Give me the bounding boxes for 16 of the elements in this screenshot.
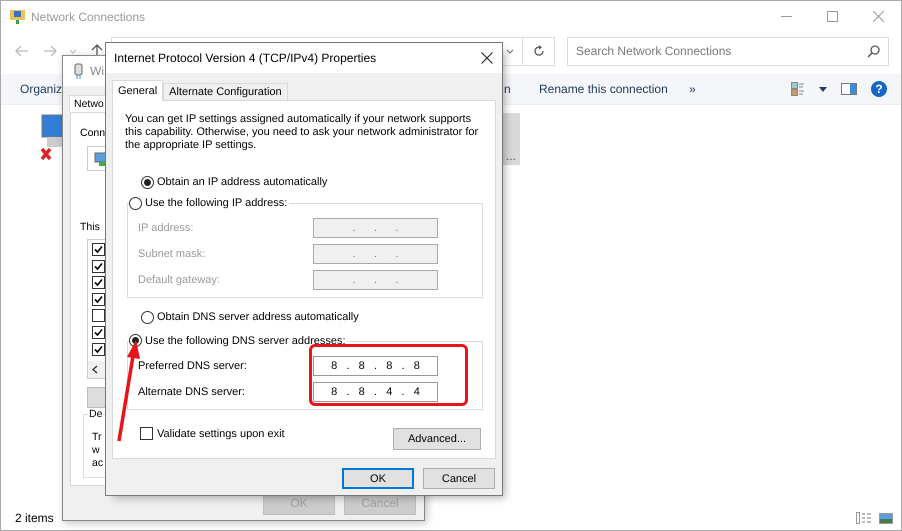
field-label: Subnet mask:: [138, 248, 206, 260]
description-text: ac: [92, 457, 104, 470]
field-label: IP address:: [138, 222, 194, 234]
intro-text: You can get IP settings assigned automatically if your network supports this capability. Otherwise, you need to ask your network administrator for the appropriate IP settings.: [125, 113, 480, 152]
item-label: ...: [506, 149, 516, 163]
window-title: Network Connections: [31, 10, 146, 24]
status-text: 2 items: [15, 511, 54, 525]
description-text: Tr: [92, 431, 102, 444]
dialog-title: Internet Protocol Version 4 (TCP/IPv4) Properties: [114, 51, 376, 65]
connect-label: Conn: [80, 127, 106, 139]
field-label: Preferred DNS server:: [138, 360, 248, 372]
dialog-title: Wi: [90, 64, 104, 78]
field-label: Default gateway:: [138, 274, 221, 286]
components-label: This: [80, 221, 100, 233]
description-text: w: [92, 444, 100, 457]
field-label: Alternate DNS server:: [138, 386, 246, 398]
